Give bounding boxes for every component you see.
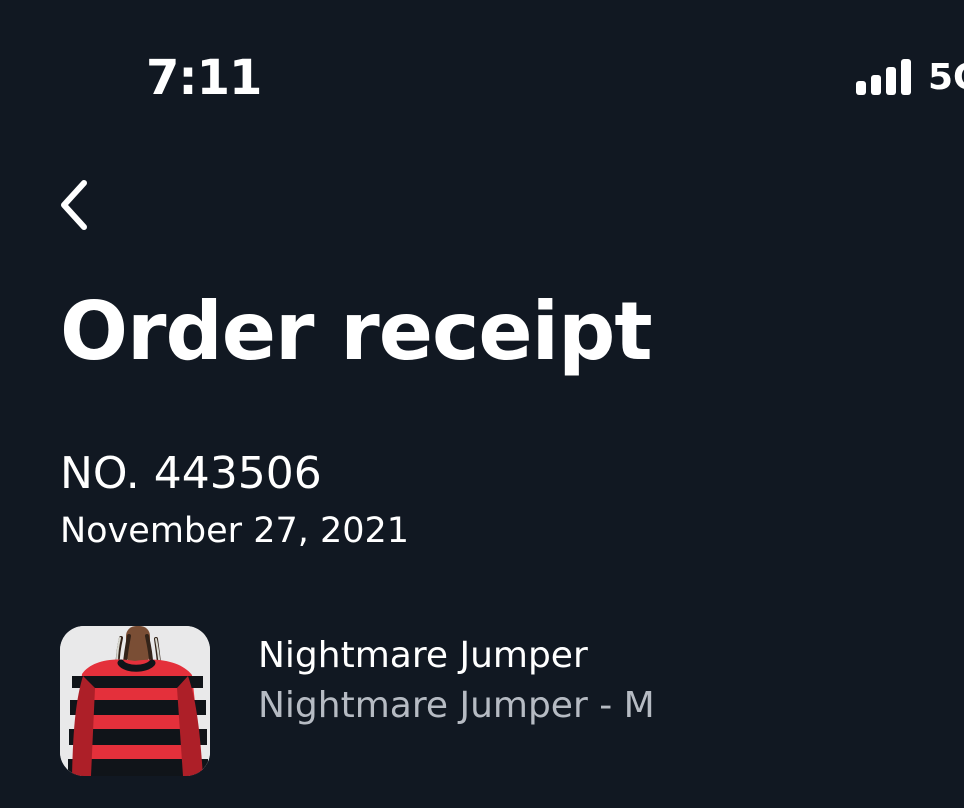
status-bar: 7:11 5G — [0, 0, 964, 130]
order-date: November 27, 2021 — [60, 511, 410, 551]
chevron-left-icon — [61, 180, 87, 230]
product-name: Nightmare Jumper — [258, 635, 588, 676]
order-item[interactable]: Nightmare Jumper Nightmare Jumper - M — [60, 626, 920, 776]
page-title: Order receipt — [60, 285, 653, 378]
product-thumbnail-icon — [60, 626, 210, 776]
product-variant: Nightmare Jumper - M — [258, 685, 655, 726]
order-number: NO. 443506 — [60, 448, 322, 499]
network-indicator: 5G — [928, 58, 964, 98]
product-image — [60, 626, 210, 776]
status-time: 7:11 — [146, 50, 262, 106]
back-button[interactable] — [44, 170, 104, 240]
signal-bars-icon — [856, 59, 911, 95]
status-signal-area: 5G — [856, 58, 964, 98]
